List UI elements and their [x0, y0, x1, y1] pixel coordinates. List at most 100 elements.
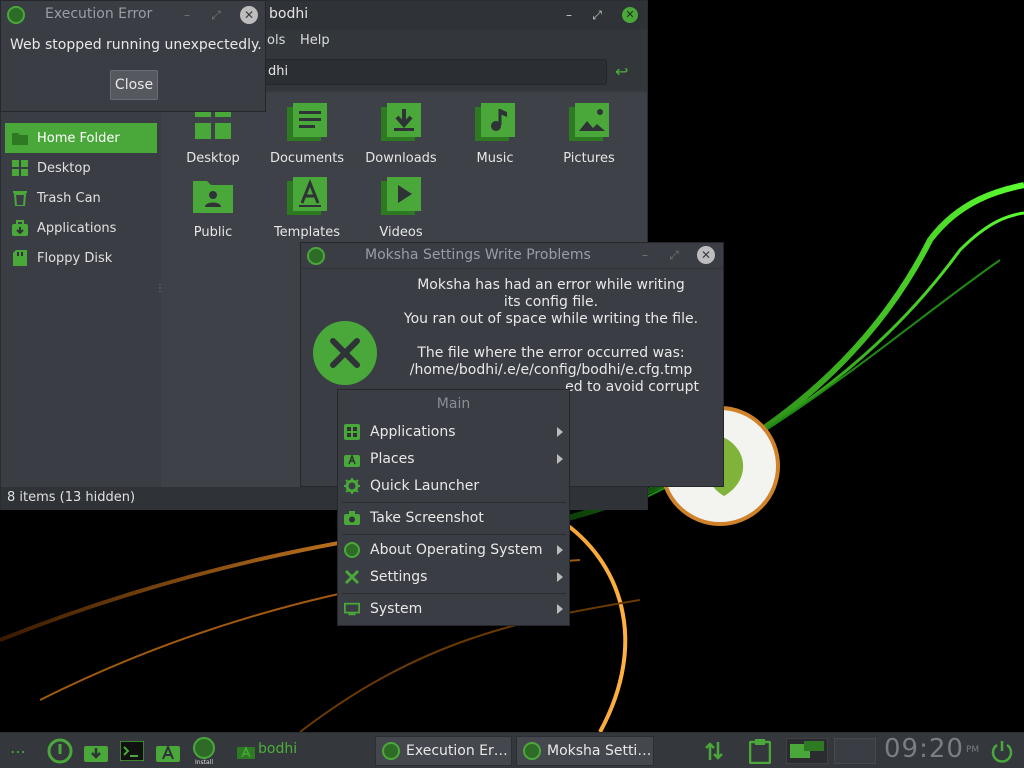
- pager-desk-1[interactable]: [786, 737, 828, 765]
- close-icon: ✕: [697, 246, 715, 264]
- dialog-title: Moksha Settings Write Problems: [365, 247, 591, 263]
- clipboard-icon[interactable]: [746, 737, 774, 765]
- clock-minute: 20: [928, 734, 964, 764]
- close-button[interactable]: ✕: [697, 246, 715, 264]
- monitor-icon: [344, 601, 360, 617]
- task-moksha-settings[interactable]: Moksha Setti…: [516, 736, 654, 766]
- install-launcher[interactable]: Install: [190, 735, 218, 767]
- sidebar-item-label: Applications: [37, 220, 117, 236]
- menu-item-label: Places: [370, 451, 415, 467]
- places-icon: [344, 451, 360, 467]
- music-folder-icon: [473, 103, 517, 147]
- menu-item-label: Quick Launcher: [370, 478, 480, 494]
- shutdown-icon[interactable]: [988, 737, 1016, 765]
- menu-item-about-os[interactable]: About Operating System: [338, 537, 569, 563]
- menu-item-label: Settings: [370, 569, 428, 585]
- clock[interactable]: 09:20: [884, 734, 964, 764]
- file-label: Desktop: [186, 151, 240, 166]
- menu-item-label: Take Screenshot: [370, 510, 484, 526]
- menu-separator: [342, 593, 566, 594]
- file-item-documents[interactable]: Documents: [261, 103, 353, 173]
- file-item-desktop[interactable]: Desktop: [167, 103, 259, 173]
- applications-icon: [11, 219, 29, 237]
- terminal-icon[interactable]: [118, 737, 146, 765]
- error-body: Moksha has had an error while writing it…: [401, 277, 701, 396]
- submenu-arrow-icon: [557, 545, 563, 555]
- maximize-button[interactable]: ⤢: [666, 247, 682, 263]
- clock-hour: 09: [884, 734, 920, 764]
- clock-ampm: PM: [966, 745, 980, 755]
- menu-item-take-screenshot[interactable]: Take Screenshot: [338, 505, 569, 531]
- file-label: Public: [193, 225, 233, 240]
- install-label: Install: [194, 758, 214, 766]
- minimize-button[interactable]: –: [561, 7, 577, 23]
- submenu-arrow-icon: [557, 604, 563, 614]
- gear-icon: [344, 478, 360, 494]
- dialog-titlebar[interactable]: Moksha Settings Write Problems – ⤢ ✕: [301, 243, 723, 269]
- enter-icon[interactable]: ↩: [615, 62, 628, 81]
- error-line: You ran out of space while writing the f…: [403, 311, 699, 327]
- file-item-templates[interactable]: Templates: [261, 177, 353, 247]
- submenu-arrow-icon: [557, 427, 563, 437]
- network-transfer-icon[interactable]: [700, 737, 728, 765]
- public-folder-icon: [191, 177, 235, 221]
- main-menu: Main Applications Places Quick Launcher …: [337, 389, 570, 626]
- close-button[interactable]: ✕: [622, 7, 638, 23]
- file-item-pictures[interactable]: Pictures: [543, 103, 635, 173]
- bodhi-logo-icon: [523, 742, 541, 760]
- file-label: Documents: [269, 151, 345, 166]
- minimize-button[interactable]: –: [179, 7, 195, 23]
- close-icon: ✕: [240, 6, 258, 24]
- sidebar-item-applications[interactable]: Applications: [5, 213, 157, 243]
- minimize-button[interactable]: –: [637, 247, 653, 263]
- menu-item-applications[interactable]: Applications: [338, 419, 569, 445]
- more-icon[interactable]: ⋯: [4, 737, 32, 765]
- file-item-music[interactable]: Music: [449, 103, 541, 173]
- camera-icon: [344, 510, 360, 526]
- menu-item-settings[interactable]: Settings: [338, 564, 569, 590]
- error-message: Web stopped running unexpectedly.: [10, 37, 262, 53]
- maximize-button[interactable]: ⤢: [208, 7, 224, 23]
- menu-tools[interactable]: ols: [267, 33, 285, 48]
- floppy-disk-icon: [11, 249, 29, 267]
- sidebar-item-trash[interactable]: Trash Can: [5, 183, 157, 213]
- file-label: Downloads: [365, 151, 437, 166]
- bodhi-logo-icon: [307, 247, 325, 265]
- downloads-launcher-icon[interactable]: [82, 737, 110, 765]
- dialog-titlebar[interactable]: Execution Error – ⤢ ✕: [1, 1, 265, 29]
- trash-icon: [11, 189, 29, 207]
- file-item-videos[interactable]: Videos: [355, 177, 447, 247]
- menu-item-system[interactable]: System: [338, 596, 569, 622]
- dialog-title: Execution Error: [45, 6, 153, 22]
- templates-folder-icon: [285, 177, 329, 221]
- menu-separator: [342, 502, 566, 503]
- close-icon: ✕: [622, 7, 638, 23]
- applications-grid-icon: [344, 424, 360, 440]
- menu-item-quick-launcher[interactable]: Quick Launcher: [338, 473, 569, 499]
- menu-item-places[interactable]: Places: [338, 446, 569, 472]
- menu-help[interactable]: Help: [300, 33, 330, 48]
- error-line: Moksha has had an error while writing: [417, 277, 685, 293]
- bodhi-logo-icon: [344, 542, 360, 558]
- close-dialog-button[interactable]: Close: [110, 70, 158, 100]
- task-execution-error[interactable]: Execution Er…: [375, 736, 512, 766]
- location-bar[interactable]: dhi: [259, 59, 607, 85]
- home-launcher-icon[interactable]: [236, 737, 256, 765]
- sidebar-item-floppy[interactable]: Floppy Disk: [5, 243, 157, 273]
- window-title: bodhi: [269, 6, 309, 22]
- appcenter-icon[interactable]: [154, 737, 182, 765]
- sidebar-item-home[interactable]: Home Folder: [5, 123, 157, 153]
- home-launcher-label[interactable]: bodhi: [258, 741, 297, 757]
- bodhi-logo-icon: [382, 742, 400, 760]
- file-item-public[interactable]: Public: [167, 177, 259, 247]
- close-button[interactable]: ✕: [240, 6, 258, 24]
- power-menu-launcher-icon[interactable]: [46, 737, 74, 765]
- pager-desk-2[interactable]: [834, 737, 876, 765]
- maximize-button[interactable]: ⤢: [589, 7, 605, 23]
- menu-separator: [342, 534, 566, 535]
- menu-item-label: Applications: [370, 424, 456, 440]
- sidebar-item-desktop[interactable]: Desktop: [5, 153, 157, 183]
- sidebar-item-label: Desktop: [37, 160, 91, 176]
- error-x-icon: [313, 321, 377, 385]
- file-item-downloads[interactable]: Downloads: [355, 103, 447, 173]
